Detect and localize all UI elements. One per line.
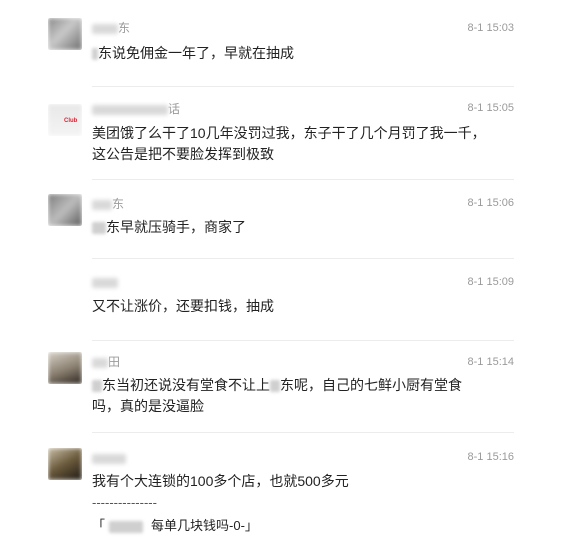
comment-text: 东早就压骑手，商家了 (92, 217, 492, 238)
avatar[interactable] (48, 352, 82, 384)
divider (92, 432, 514, 433)
timestamp: 8-1 15:09 (467, 276, 514, 288)
timestamp: 8-1 15:03 (467, 22, 514, 34)
timestamp: 8-1 15:16 (467, 451, 514, 463)
club-badge: Club (64, 118, 78, 124)
username[interactable]: 话 (92, 101, 180, 117)
comment-text: 东当初还说没有堂食不让上 东呢，自己的七鲜小厨有堂食 吗，真的是没逼脸 (92, 377, 462, 414)
comment-text: 我有个大连锁的100多个店，也就500多元 --------------- 「每… (92, 471, 492, 536)
username[interactable]: 田 (92, 354, 120, 370)
avatar[interactable] (48, 18, 82, 50)
username[interactable] (92, 450, 126, 466)
username-text: 东 (112, 197, 125, 211)
divider (92, 258, 514, 259)
comment-text: 东说免佣金一年了，早就在抽成 (92, 43, 492, 64)
username-text: 东 (118, 21, 131, 35)
divider (92, 86, 514, 87)
avatar[interactable] (48, 448, 82, 480)
timestamp: 8-1 15:14 (467, 356, 514, 368)
divider (92, 340, 514, 341)
avatar[interactable] (48, 194, 82, 226)
username[interactable]: 东 (92, 196, 124, 212)
comment-text: 又不让涨价，还要扣钱，抽成 (92, 298, 274, 314)
quoted-text: 「每单几块钱吗-0-」 (92, 518, 258, 533)
comment-text: 美团饿了么干了10几年没罚过我，东子干了几个月罚了我一千， 这公告是把不要脸发挥… (92, 125, 486, 162)
divider (92, 179, 514, 180)
username-text: 田 (108, 355, 121, 369)
separator-line: --------------- (92, 495, 157, 510)
timestamp: 8-1 15:05 (467, 102, 514, 114)
username[interactable]: 东 (92, 20, 130, 36)
timestamp: 8-1 15:06 (467, 197, 514, 209)
username-text: 话 (168, 102, 181, 116)
username[interactable] (92, 274, 118, 290)
